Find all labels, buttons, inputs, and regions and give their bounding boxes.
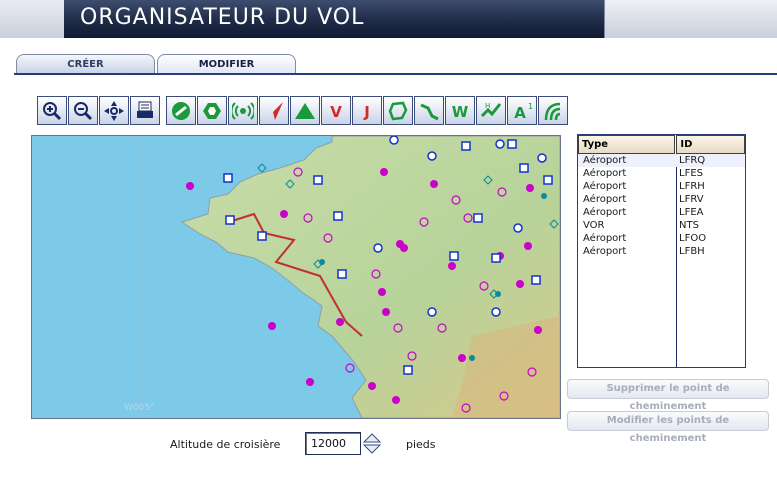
longitude-label: W005°: [124, 403, 155, 413]
victor-airways-button[interactable]: V: [321, 96, 351, 125]
airspace-button[interactable]: H: [476, 96, 506, 125]
jet-airways-button[interactable]: J: [352, 96, 382, 125]
svg-text:A: A: [514, 104, 526, 122]
boundaries-icon: [388, 101, 408, 120]
waypoints-icon: [420, 103, 439, 120]
svg-text:V: V: [330, 103, 342, 121]
zoom-out-icon: [74, 101, 93, 120]
waypoint-list[interactable]: Type ID Aéroport LFRQ Aéroport LFES Aéropo…: [577, 134, 746, 368]
center-button[interactable]: [99, 96, 129, 125]
cell-type: Aéroport: [583, 168, 627, 179]
cell-type: Aéroport: [583, 181, 627, 192]
list-item[interactable]: Aéroport LFRV: [578, 193, 745, 206]
column-header-id[interactable]: ID: [676, 135, 745, 154]
center-icon: [104, 100, 124, 121]
altitude-icon: A1: [514, 102, 533, 122]
cell-id: LFRQ: [679, 155, 706, 166]
flight-map[interactable]: W005°: [31, 135, 561, 419]
vor-filter-icon: [232, 101, 254, 120]
airport-filter-button[interactable]: [166, 96, 196, 125]
svg-text:J: J: [363, 103, 370, 121]
svg-text:1: 1: [528, 102, 533, 111]
list-item[interactable]: Aéroport LFRQ: [578, 154, 745, 167]
ndb-filter-button[interactable]: [197, 96, 227, 125]
svg-text:H: H: [485, 102, 490, 110]
cell-id: LFES: [679, 168, 703, 179]
list-header: Type ID: [578, 135, 745, 154]
title-bar-right: [604, 0, 777, 38]
cell-type: VOR: [583, 220, 605, 231]
tab-create[interactable]: CRÉER: [16, 54, 155, 74]
terrain-filter-button[interactable]: [290, 96, 320, 125]
approach-button[interactable]: [538, 96, 568, 125]
cell-id: LFRH: [679, 181, 705, 192]
print-icon: [137, 101, 153, 118]
waypoints-button[interactable]: [414, 96, 444, 125]
cell-id: LFEA: [679, 207, 704, 218]
stepper-arrows-icon: [362, 433, 382, 454]
airspace-icon: H: [480, 102, 502, 117]
weather-button[interactable]: W: [445, 96, 475, 125]
cell-id: NTS: [679, 220, 699, 231]
weather-icon: W: [452, 103, 469, 121]
list-item[interactable]: Aéroport LFBH: [578, 245, 745, 258]
airport-filter-icon: [172, 101, 190, 120]
svg-text:W: W: [452, 103, 469, 121]
cell-type: Aéroport: [583, 207, 627, 218]
jet-airways-icon: J: [363, 103, 370, 121]
list-item[interactable]: Aéroport LFOO: [578, 232, 745, 245]
map-toolbar-layers: V J W H A1: [166, 96, 569, 126]
approach-icon: [544, 102, 561, 120]
window-title: ORGANISATEUR DU VOL: [80, 5, 365, 30]
ndb-filter-icon: [203, 102, 221, 119]
zoom-out-button[interactable]: [68, 96, 98, 125]
cell-type: Aéroport: [583, 246, 627, 257]
list-item[interactable]: VOR NTS: [578, 219, 745, 232]
edit-waypoints-button[interactable]: Modifier les points de cheminement: [567, 411, 769, 444]
cell-type: Aéroport: [583, 233, 627, 244]
delete-waypoint-button[interactable]: Supprimer le point de cheminement: [567, 379, 769, 412]
map-toolbar-view: [37, 96, 161, 126]
list-item[interactable]: Aéroport LFRH: [578, 180, 745, 193]
print-button[interactable]: [130, 96, 160, 125]
boundaries-button[interactable]: [383, 96, 413, 125]
cell-type: Aéroport: [583, 155, 627, 166]
cell-id: LFOO: [679, 233, 707, 244]
zoom-in-icon: [43, 101, 62, 120]
victor-airways-icon: V: [330, 103, 342, 121]
vor-filter-button[interactable]: [228, 96, 258, 125]
altitude-stepper[interactable]: [362, 432, 382, 455]
route-filter-icon: [265, 101, 283, 120]
cruise-altitude-input[interactable]: [305, 432, 361, 455]
cell-type: Aéroport: [583, 194, 627, 205]
cell-id: LFRV: [679, 194, 704, 205]
cruise-altitude-label: Altitude de croisière: [170, 438, 281, 451]
tab-modify[interactable]: MODIFIER: [157, 54, 296, 74]
cell-id: LFBH: [679, 246, 705, 257]
title-bar: ORGANISATEUR DU VOL: [0, 0, 777, 38]
list-item[interactable]: Aéroport LFES: [578, 167, 745, 180]
zoom-in-button[interactable]: [37, 96, 67, 125]
route-filter-button[interactable]: [259, 96, 289, 125]
map-canvas[interactable]: [32, 136, 560, 418]
altitude-button[interactable]: A1: [507, 96, 537, 125]
title-bar-left: [0, 0, 64, 38]
column-header-type[interactable]: Type: [578, 135, 676, 154]
altitude-unit-label: pieds: [406, 438, 436, 451]
list-rows: Aéroport LFRQ Aéroport LFES Aéroport LFRH A…: [578, 154, 745, 258]
list-item[interactable]: Aéroport LFEA: [578, 206, 745, 219]
terrain-filter-icon: [295, 102, 315, 119]
